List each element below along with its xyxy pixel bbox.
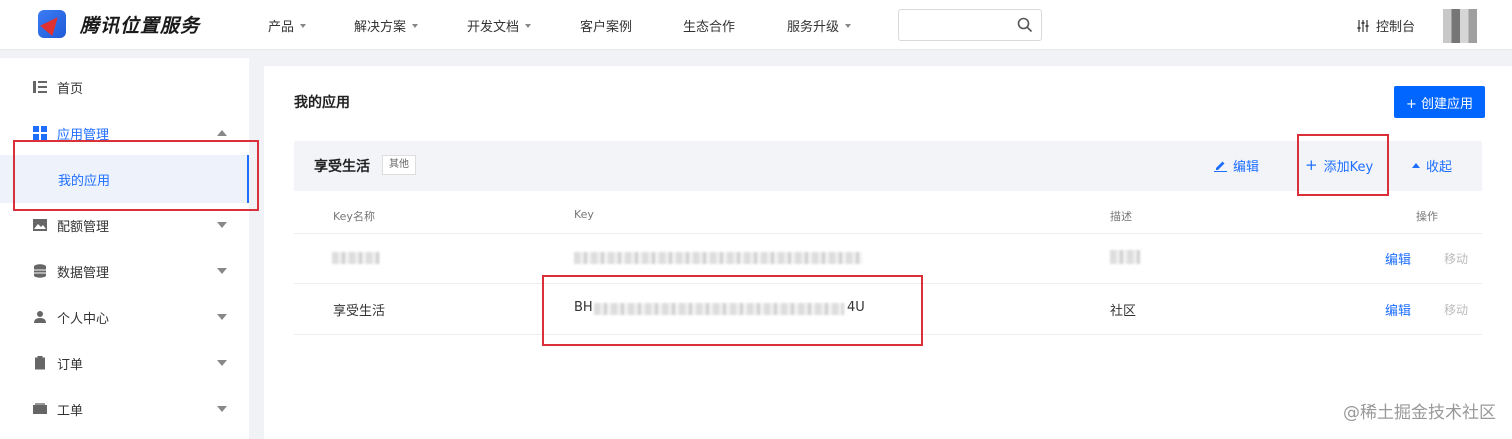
sidebar-item-quota[interactable]: 配额管理	[0, 205, 249, 245]
redacted-key	[574, 252, 862, 264]
list-icon	[33, 81, 47, 93]
sidebar: 首页 应用管理 我的应用 配额管理 数据管理 个人中心 订单 工单	[0, 58, 249, 439]
highlight-box	[13, 140, 259, 211]
key-name-cell: 享受生活	[333, 304, 386, 319]
avatar[interactable]	[1443, 9, 1477, 43]
sidebar-item-label: 工单	[57, 403, 84, 419]
highlight-box	[1297, 134, 1389, 196]
edit-key-button[interactable]: 编辑	[1385, 249, 1411, 268]
column-header-key: Key	[574, 208, 594, 221]
nav-label: 产品	[268, 20, 295, 35]
chevron-down-icon	[217, 222, 227, 228]
nav-item-solutions[interactable]: 解决方案	[354, 16, 419, 35]
chevron-down-icon	[525, 23, 532, 28]
nav-label: 客户案例	[580, 20, 633, 35]
grid-icon	[33, 126, 47, 140]
collapse-label: 收起	[1426, 160, 1453, 175]
logo-mark-icon	[38, 10, 66, 38]
highlight-box	[542, 275, 923, 346]
chevron-down-icon	[217, 406, 227, 412]
caret-up-icon	[1412, 163, 1420, 168]
move-key-button[interactable]: 移动	[1444, 301, 1468, 318]
sidebar-item-label: 数据管理	[57, 265, 110, 281]
ticket-icon	[33, 403, 47, 414]
top-nav: 腾讯位置服务 产品 解决方案 开发文档 客户案例 生态合作 服务升级 控制台	[0, 0, 1512, 50]
chevron-down-icon	[845, 23, 852, 28]
edit-app-button[interactable]: 编辑	[1214, 156, 1259, 175]
chevron-down-icon	[217, 314, 227, 320]
sidebar-item-label: 配额管理	[57, 219, 110, 235]
console-label: 控制台	[1376, 20, 1416, 35]
create-app-button[interactable]: + 创建应用	[1394, 86, 1485, 118]
user-icon	[34, 311, 46, 323]
brand-name: 腾讯位置服务	[80, 14, 201, 37]
sidebar-item-home[interactable]: 首页	[0, 67, 249, 107]
chevron-down-icon	[217, 268, 227, 274]
chevron-up-icon	[217, 130, 227, 136]
sidebar-item-label: 个人中心	[57, 311, 110, 327]
console-link[interactable]: 控制台	[1356, 16, 1415, 35]
app-tag: 其他	[382, 155, 416, 175]
sidebar-item-data[interactable]: 数据管理	[0, 251, 249, 291]
clipboard-icon	[35, 356, 45, 370]
database-icon	[34, 264, 46, 278]
sidebar-item-profile[interactable]: 个人中心	[0, 297, 249, 337]
divider	[294, 233, 1482, 234]
edit-label: 编辑	[1233, 160, 1260, 175]
watermark: @稀土掘金技术社区	[1343, 403, 1496, 423]
page-title: 我的应用	[294, 95, 350, 111]
edit-key-button[interactable]: 编辑	[1385, 300, 1411, 319]
edit-icon	[1214, 161, 1227, 172]
sidebar-item-label: 首页	[57, 81, 84, 97]
nav-label: 生态合作	[683, 20, 736, 35]
nav-item-upgrade[interactable]: 服务升级	[787, 16, 852, 35]
nav-item-partners[interactable]: 生态合作	[683, 16, 735, 35]
collapse-button[interactable]: 收起	[1412, 156, 1452, 175]
chevron-down-icon	[412, 23, 419, 28]
nav-item-docs[interactable]: 开发文档	[467, 16, 532, 35]
main-panel: 我的应用 + 创建应用 享受生活 其他 编辑 + 添加Key 收起 Key名称 …	[264, 66, 1512, 439]
image-icon	[33, 219, 47, 231]
chevron-down-icon	[300, 23, 307, 28]
description-cell: 社区	[1110, 304, 1137, 319]
redacted-description	[1110, 250, 1140, 264]
nav-label: 解决方案	[354, 20, 407, 35]
move-key-button[interactable]: 移动	[1444, 250, 1468, 267]
redacted-key-name	[332, 252, 380, 264]
nav-label: 开发文档	[467, 20, 520, 35]
nav-item-products[interactable]: 产品	[268, 16, 307, 35]
search-input[interactable]	[898, 9, 1042, 41]
brand-logo[interactable]: 腾讯位置服务	[38, 10, 200, 38]
nav-label: 服务升级	[787, 20, 840, 35]
column-header-key-name: Key名称	[333, 210, 375, 223]
sidebar-item-orders[interactable]: 订单	[0, 343, 249, 383]
sliders-icon	[1357, 19, 1369, 32]
chevron-down-icon	[217, 360, 227, 366]
sidebar-item-label: 订单	[57, 357, 84, 373]
nav-item-cases[interactable]: 客户案例	[580, 16, 632, 35]
column-header-description: 描述	[1110, 210, 1132, 223]
search-icon[interactable]	[1017, 17, 1033, 33]
app-name: 享受生活	[314, 159, 370, 175]
sidebar-item-tickets[interactable]: 工单	[0, 389, 249, 429]
column-header-actions: 操作	[1416, 210, 1438, 223]
